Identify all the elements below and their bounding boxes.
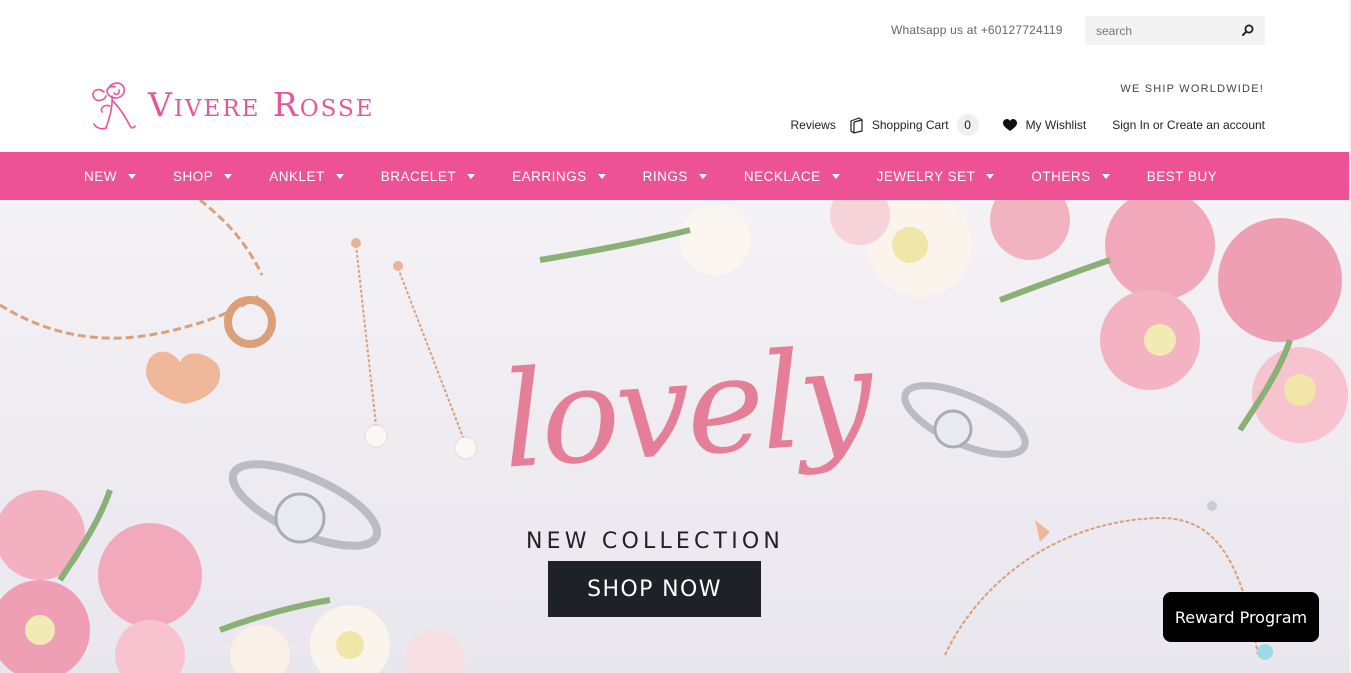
nav-item-label: BRACELET [380,168,457,184]
rose-logo-icon [92,82,136,130]
site-logo[interactable]: Vivere Rosse [86,76,406,132]
caret-down-icon [698,173,707,179]
nav-item-label: RINGS [642,168,688,184]
nav-item-anklet[interactable]: ANKLET [269,169,344,184]
wishlist-label: My Wishlist [1025,118,1087,132]
nav-item-jewelry-set[interactable]: JEWELRY SET [877,169,995,184]
caret-down-icon [986,173,995,179]
nav-item-label: SHOP [173,168,214,184]
cart-icon [850,117,863,134]
nav-item-label: NECKLACE [743,168,821,184]
caret-down-icon [128,173,136,179]
nav-item-necklace[interactable]: NECKLACE [744,169,840,184]
caret-down-icon [335,173,344,179]
caret-down-icon [467,173,476,179]
reward-program-button[interactable]: Reward Program [1163,592,1319,642]
nav-item-bracelet[interactable]: BRACELET [380,168,476,184]
reviews-link[interactable]: Reviews [790,118,835,132]
caret-down-icon [224,173,233,179]
nav-item-label: JEWELRY SET [876,168,976,184]
hero-subtitle: NEW COLLECTION [526,529,785,554]
whatsapp-contact[interactable]: Whatsapp us at +60127724119 [891,23,1063,37]
nav-item-label: NEW [84,168,117,184]
heart-icon [1002,118,1017,131]
main-nav: NEW SHOP ANKLET BRACELET EARRINGS RINGS … [0,152,1351,200]
account-link[interactable]: Sign In or Create an account [1112,118,1265,132]
caret-down-icon [1101,173,1110,179]
nav-item-best-buy[interactable]: BEST BUY [1147,169,1218,184]
shop-now-button[interactable]: SHOP NOW [548,561,761,617]
nav-item-others[interactable]: OTHERS [1031,168,1110,184]
caret-down-icon [597,173,606,179]
hero-headline: lovely [497,319,875,499]
logo-wordmark: Vivere Rosse [148,84,375,124]
utility-bar: Reviews Shopping Cart 0 My Wishlist Sign… [790,114,1265,136]
cart-count-badge: 0 [956,114,979,136]
site-header: Whatsapp us at +60127724119 Vivere Rosse… [0,0,1351,152]
caret-down-icon [831,173,840,179]
nav-item-new[interactable]: NEW [84,169,136,184]
nav-item-rings[interactable]: RINGS [643,169,707,184]
search-box [1085,16,1265,45]
nav-item-shop[interactable]: SHOP [173,168,233,184]
nav-item-earrings[interactable]: EARRINGS [512,169,606,184]
search-input[interactable] [1085,16,1257,45]
nav-item-label: EARRINGS [512,168,587,184]
shopping-cart-link[interactable]: Shopping Cart 0 [848,114,979,136]
cart-label: Shopping Cart [871,118,949,132]
search-icon[interactable] [1241,23,1255,37]
hero-banner[interactable]: lovely NEW COLLECTION SHOP NOW [0,200,1351,673]
shipping-note: WE SHIP WORLDWIDE! [1120,83,1264,95]
nav-item-label: OTHERS [1031,168,1091,184]
wishlist-link[interactable]: My Wishlist [1002,118,1087,132]
nav-item-label: ANKLET [269,168,325,184]
nav-item-label: BEST BUY [1146,168,1218,184]
